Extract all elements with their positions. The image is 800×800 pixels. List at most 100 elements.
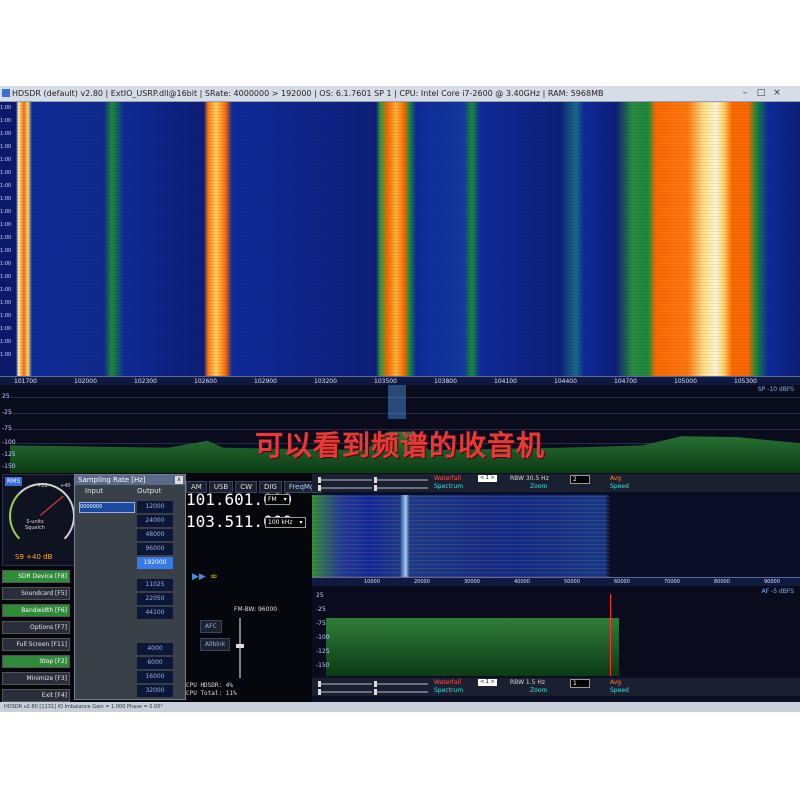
timestamp-label: 1:00 (0, 248, 12, 254)
slider[interactable] (318, 689, 372, 695)
timestamp-label: 1:00 (0, 235, 12, 241)
output-rate-option[interactable]: 4000 (137, 643, 173, 655)
af-controls-bottom: Waterfall Spectrum < 1 > RBW 1.5 Hz Zoom… (312, 678, 800, 696)
slider[interactable] (374, 485, 428, 491)
rms-button[interactable]: RMS (5, 477, 23, 486)
button-options[interactable]: Options [F7] (2, 621, 70, 634)
timestamp-label: 1:00 (0, 144, 12, 150)
avg-label: Avg (610, 679, 622, 686)
output-rate-option[interactable]: 24000 (137, 515, 173, 527)
maximize-button[interactable]: □ (754, 87, 768, 99)
signal-reading: S9 +40 dB (15, 553, 53, 561)
slider[interactable] (374, 477, 428, 483)
slider[interactable] (374, 689, 428, 695)
timestamp-label: 1:00 (0, 352, 12, 358)
waterfall-label: Waterfall (434, 679, 461, 686)
output-rate-option[interactable]: 6000 (137, 657, 173, 669)
squelch-label: S-units Squelch (25, 519, 45, 531)
output-rate-option[interactable]: 96000 (137, 543, 173, 555)
minimize-button[interactable]: – (738, 87, 752, 99)
title-bar: HDSDR (default) v2.80 | ExtIO_USRP.dll@1… (0, 86, 800, 102)
button-minimize[interactable]: Minimize [F3] (2, 672, 70, 685)
mode-select[interactable]: FM (265, 494, 290, 505)
button-stop[interactable]: Stop [F2] (2, 655, 70, 668)
volume-slider[interactable] (236, 618, 244, 678)
timestamp-label: 1:00 (0, 196, 12, 202)
timestamp-label: 1:00 (0, 287, 12, 293)
slider[interactable] (374, 681, 428, 687)
db-label: -75 (2, 425, 12, 432)
timestamp-label: 1:00 (0, 118, 12, 124)
db-label: -150 (2, 463, 16, 470)
waterfall-timestamps: 1:00 1:00 1:00 1:00 1:00 1:00 1:00 1:00 1:00 1:00… (0, 102, 12, 376)
output-rate-option[interactable]: 48000 (137, 529, 173, 541)
page-control[interactable]: < 1 > (478, 679, 497, 686)
output-label: Output (137, 487, 162, 495)
output-rate-option[interactable]: 16000 (137, 671, 173, 683)
step-select[interactable]: 100 kHz (265, 517, 306, 528)
rf-waterfall[interactable] (0, 102, 800, 376)
output-rate-option[interactable]: 44100 (137, 607, 173, 619)
timestamp-label: 1:00 (0, 326, 12, 332)
af-controls-top: Waterfall Spectrum < 1 > RBW 30.5 Hz Zoo… (312, 474, 800, 492)
sp-level-label: SP -10 dBFS (757, 386, 794, 393)
db-label: -25 (2, 409, 12, 416)
button-full[interactable]: Full Screen [F11] (2, 638, 70, 651)
spectrum-label: Spectrum (434, 483, 464, 490)
timestamp-label: 1:00 (0, 105, 12, 111)
button-bandwidth[interactable]: Bandwidth [F6] (2, 604, 70, 617)
allblnk-button[interactable]: Allblnk (200, 638, 231, 651)
tuning-marker[interactable] (388, 385, 406, 419)
timestamp-label: 1:00 (0, 222, 12, 228)
input-rate-select[interactable]: 0000000 (79, 502, 135, 513)
scale-label: +20 (37, 483, 48, 489)
db-label: -100 (316, 634, 330, 641)
s-meter: RMS +20 +40 S-units Squelch S9 +40 dB (2, 474, 76, 566)
timestamp-label: 1:00 (0, 209, 12, 215)
cpu-hdsdr: CPU HDSDR: 4% (186, 682, 233, 689)
overlay-caption: 可以看到频谱的收音机 (254, 429, 545, 462)
rbw-select[interactable]: 2 (570, 475, 590, 484)
db-label: -25 (316, 606, 326, 613)
s-meter-dial (9, 483, 75, 549)
button-soundcard[interactable]: Soundcard [F5] (2, 587, 70, 600)
window-title: HDSDR (default) v2.80 | ExtIO_USRP.dll@1… (12, 89, 604, 98)
db-label: -100 (2, 439, 16, 446)
close-button[interactable]: × (770, 87, 784, 99)
db-label: -75 (316, 620, 326, 627)
close-icon[interactable]: x (175, 476, 183, 484)
scale-label: +40 (60, 483, 71, 489)
db-label: -125 (2, 451, 16, 458)
play-icon[interactable]: ▶▶ (192, 572, 206, 582)
bandwidth-edge[interactable] (610, 594, 611, 676)
timestamp-label: 1:00 (0, 170, 12, 176)
db-label: 25 (2, 393, 10, 400)
output-rate-option[interactable]: 22050 (137, 593, 173, 605)
twin-icon[interactable]: ∞ (210, 572, 218, 582)
output-rate-option[interactable]: 11025 (137, 579, 173, 591)
timestamp-label: 1:00 (0, 339, 12, 345)
output-rate-option[interactable]: 192000 (137, 557, 173, 569)
cpu-total: CPU Total: 11% (186, 690, 237, 697)
output-rate-option[interactable]: 12000 (137, 501, 173, 513)
output-rate-option[interactable]: 32000 (137, 685, 173, 697)
button-exit[interactable]: Exit [F4] (2, 689, 70, 702)
db-label: -150 (316, 662, 330, 669)
status-bar: HDSDR v2.80 [1131] IQ Imbalance Gain = 1… (0, 702, 800, 712)
timestamp-label: 1:00 (0, 131, 12, 137)
page-control[interactable]: < 1 > (478, 475, 497, 482)
afc-button[interactable]: AFC (200, 620, 222, 633)
af-spectrum[interactable]: AF -5 dBFS 25 -25 -75 -100 -125 -150 (312, 586, 800, 676)
slider[interactable] (318, 477, 372, 483)
rbw-select[interactable]: 1 (570, 679, 590, 688)
waterfall-label: Waterfall (434, 475, 461, 482)
slider[interactable] (318, 485, 372, 491)
af-waterfall[interactable] (312, 495, 800, 577)
slider[interactable] (318, 681, 372, 687)
zoom-label: Zoom (530, 687, 548, 694)
status-text: HDSDR v2.80 [1131] IQ Imbalance Gain = 1… (4, 704, 163, 710)
rbw-label: RBW 30.5 Hz (510, 475, 549, 482)
avg-label: Avg (610, 475, 622, 482)
sampling-rate-panel: Sampling Rate [Hz] x Input Output 000000… (74, 474, 186, 700)
button-sdr[interactable]: SDR Device [F8] (2, 570, 70, 583)
